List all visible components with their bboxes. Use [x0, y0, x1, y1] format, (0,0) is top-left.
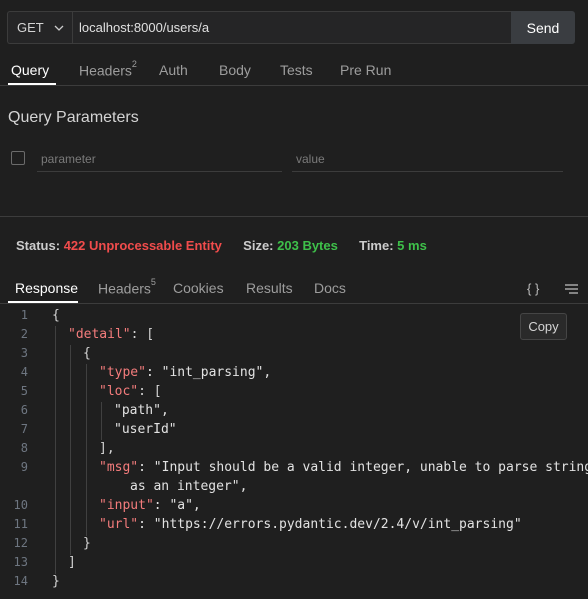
- code-line: "input": "a",: [99, 498, 201, 513]
- tab-label: Docs: [314, 280, 346, 296]
- tab-response-headers[interactable]: Headers5: [98, 277, 156, 297]
- chevron-down-icon: [54, 25, 64, 31]
- method-select[interactable]: GET: [7, 11, 72, 44]
- tab-label: Query: [11, 62, 50, 78]
- tab-cookies[interactable]: Cookies: [173, 280, 224, 296]
- indent-guide: [70, 345, 71, 555]
- tab-results[interactable]: Results: [246, 280, 293, 296]
- tab-auth[interactable]: Auth: [159, 62, 188, 78]
- line-number: 1: [20, 308, 28, 322]
- tab-label: Results: [246, 280, 293, 296]
- code-line: "path",: [114, 403, 169, 418]
- code-line: "type": "int_parsing",: [99, 365, 272, 380]
- format-json-icon[interactable]: { }: [527, 281, 539, 296]
- tab-pre-run[interactable]: Pre Run: [340, 62, 391, 78]
- line-number: 9: [20, 460, 28, 474]
- line-number: 8: [20, 441, 28, 455]
- indent-guide: [55, 326, 56, 574]
- code-line: "loc": [: [99, 384, 162, 399]
- panel-divider[interactable]: [0, 216, 588, 217]
- tab-tests[interactable]: Tests: [280, 62, 313, 78]
- tab-label: Response: [15, 280, 79, 296]
- line-number: 6: [20, 403, 28, 417]
- tab-query[interactable]: Query: [11, 62, 49, 78]
- tab-headers[interactable]: Headers2: [79, 59, 137, 79]
- code-line: "msg": "Input should be a valid integer,…: [99, 460, 588, 475]
- line-number: 7: [20, 422, 28, 436]
- line-number: 3: [20, 346, 28, 360]
- size-value: 203 Bytes: [277, 238, 338, 253]
- tab-docs[interactable]: Docs: [314, 280, 346, 296]
- tab-label: Auth: [159, 62, 188, 78]
- indent-guide: [86, 364, 87, 536]
- line-number: 14: [13, 574, 28, 588]
- parameter-input[interactable]: parameter: [37, 147, 282, 172]
- status-value: 422 Unprocessable Entity: [63, 238, 222, 253]
- tab-label: Cookies: [173, 280, 224, 296]
- code-line: "detail": [: [68, 327, 155, 342]
- query-parameters-title: Query Parameters: [8, 109, 139, 126]
- code-line: }: [83, 536, 91, 551]
- code-line: "url": "https://errors.pydantic.dev/2.4/…: [99, 517, 522, 532]
- indent-guide: [101, 402, 102, 440]
- line-number: 12: [13, 536, 28, 550]
- response-status-bar: Status: 422 Unprocessable Entity Size: 2…: [16, 238, 427, 253]
- code-line: ]: [68, 555, 76, 570]
- time-label: Time:: [359, 238, 394, 253]
- value-placeholder: value: [296, 152, 325, 166]
- value-input[interactable]: value: [292, 147, 563, 172]
- tab-response[interactable]: Response: [15, 280, 78, 296]
- line-number: 11: [13, 517, 28, 531]
- method-value: GET: [17, 20, 44, 35]
- tab-count: 2: [131, 59, 137, 69]
- send-button[interactable]: Send: [511, 11, 575, 44]
- active-response-tab-underline: [8, 301, 78, 303]
- response-tabs: Response Headers5 Cookies Results Docs {…: [0, 277, 588, 304]
- menu-lines-icon[interactable]: [564, 283, 579, 295]
- tab-label: Body: [219, 62, 251, 78]
- line-number: 10: [13, 498, 28, 512]
- code-line: ],: [99, 441, 115, 456]
- tab-body[interactable]: Body: [219, 62, 251, 78]
- tab-label: Headers: [79, 62, 132, 79]
- time-value: 5 ms: [397, 238, 427, 253]
- code-line: {: [83, 346, 91, 361]
- code-line: }: [52, 574, 60, 589]
- line-number: 5: [20, 384, 28, 398]
- tab-label: Pre Run: [340, 62, 392, 78]
- parameter-placeholder: parameter: [41, 152, 96, 166]
- line-number: 13: [13, 555, 28, 569]
- tab-label: Headers: [98, 280, 151, 297]
- param-enable-checkbox[interactable]: [11, 151, 25, 165]
- line-number: 2: [20, 327, 28, 341]
- url-input[interactable]: localhost:8000/users/a: [72, 11, 512, 44]
- code-line: "userId": [114, 422, 177, 437]
- size-label: Size:: [243, 238, 274, 253]
- active-tab-underline: [8, 83, 56, 85]
- tab-count: 5: [150, 277, 156, 287]
- code-line: {: [52, 308, 60, 323]
- request-tabs: Query Headers2 Auth Body Tests Pre Run: [0, 56, 588, 86]
- line-number: 4: [20, 365, 28, 379]
- code-line: as an integer",: [130, 479, 248, 494]
- url-value: localhost:8000/users/a: [79, 20, 210, 35]
- tab-label: Tests: [280, 62, 313, 78]
- status-label: Status:: [16, 238, 61, 253]
- copy-button[interactable]: Copy: [520, 313, 567, 340]
